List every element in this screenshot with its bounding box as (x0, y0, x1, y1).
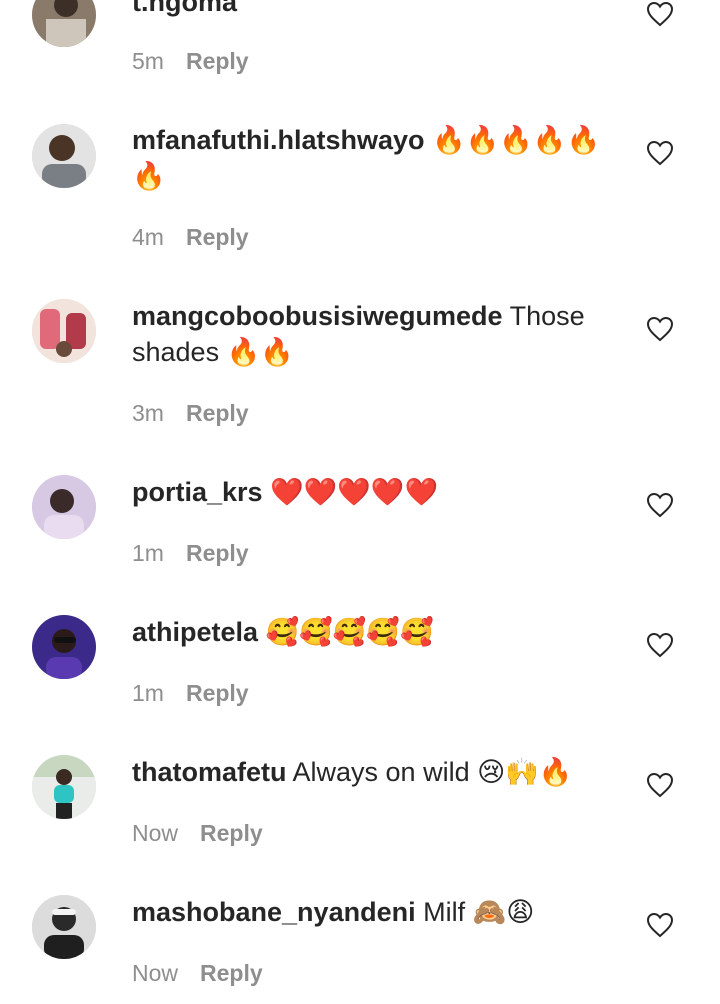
comment-username[interactable]: mfanafuthi.hlatshwayo (132, 125, 425, 155)
comment-emoji: 😢🙌🔥 (477, 757, 573, 787)
comment-username[interactable]: athipetela (132, 617, 258, 647)
comment-meta: 4m Reply (132, 222, 249, 252)
comment-body: Milf (423, 897, 466, 927)
comment-username[interactable]: mangcoboobusisiwegumede (132, 301, 503, 331)
comment-text: t.ngoma (132, 0, 612, 20)
comment-emoji: 🔥🔥 (226, 337, 294, 367)
comment-text: thatomafetu Always on wild 😢🙌🔥 (132, 754, 612, 790)
comment-text: portia_krs ❤️❤️❤️❤️❤️ (132, 474, 612, 510)
reply-button[interactable]: Reply (186, 222, 249, 252)
comment-time: 1m (132, 680, 164, 706)
comment-meta: Now Reply (132, 818, 263, 848)
comment-body: Always on wild (292, 757, 470, 787)
comment-time: 3m (132, 400, 164, 426)
comment-username[interactable]: mashobane_nyandeni (132, 897, 416, 927)
comment-meta: 3m Reply (132, 398, 249, 428)
reply-button[interactable]: Reply (186, 46, 249, 76)
comment-emoji: 🙈😩 (472, 897, 535, 927)
comment-time: 4m (132, 224, 164, 250)
comment-username[interactable]: thatomafetu (132, 757, 287, 787)
like-heart-icon[interactable] (646, 140, 674, 166)
comment-meta: 1m Reply (132, 538, 249, 568)
avatar[interactable] (32, 475, 96, 539)
comment-text: mangcoboobusisiwegumede Those shades 🔥🔥 (132, 298, 612, 370)
reply-button[interactable]: Reply (186, 538, 249, 568)
avatar[interactable] (32, 895, 96, 959)
comment-time: Now (132, 820, 179, 846)
reply-button[interactable]: Reply (186, 678, 249, 708)
avatar[interactable] (32, 755, 96, 819)
comment-time: Now (132, 960, 179, 986)
like-heart-icon[interactable] (646, 1, 674, 27)
avatar[interactable] (32, 124, 96, 188)
comment-time: 1m (132, 540, 164, 566)
reply-button[interactable]: Reply (200, 818, 263, 848)
like-heart-icon[interactable] (646, 316, 674, 342)
comment-meta: 1m Reply (132, 678, 249, 708)
avatar[interactable] (32, 0, 96, 47)
comment-username[interactable]: portia_krs (132, 477, 263, 507)
like-heart-icon[interactable] (646, 492, 674, 518)
like-heart-icon[interactable] (646, 632, 674, 658)
comment-text: mashobane_nyandeni Milf 🙈😩 (132, 894, 612, 930)
reply-button[interactable]: Reply (200, 958, 263, 988)
avatar[interactable] (32, 299, 96, 363)
comment-username[interactable]: t.ngoma (132, 0, 237, 17)
comment-time: 5m (132, 48, 164, 74)
avatar[interactable] (32, 615, 96, 679)
comment-meta: Now Reply (132, 958, 263, 988)
comment-emoji: ❤️❤️❤️❤️❤️ (270, 477, 439, 507)
comment-text: athipetela 🥰🥰🥰🥰🥰 (132, 614, 612, 650)
comment-text: mfanafuthi.hlatshwayo 🔥🔥🔥🔥🔥🔥 (132, 122, 612, 194)
comment-emoji: 🥰🥰🥰🥰🥰 (265, 617, 434, 647)
comment-meta: 5m Reply (132, 46, 249, 76)
reply-button[interactable]: Reply (186, 398, 249, 428)
like-heart-icon[interactable] (646, 912, 674, 938)
like-heart-icon[interactable] (646, 772, 674, 798)
